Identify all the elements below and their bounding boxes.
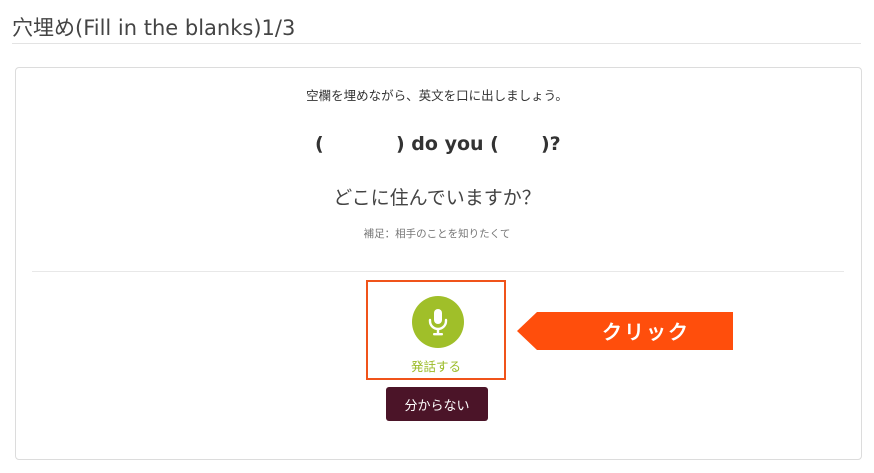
instruction-text: 空欄を埋めながら、英文を口に出しましょう。 [306,88,568,103]
sentence-part-middle: ) do you ( [396,133,499,155]
hint-text: 補足：相手のことを知りたくて [363,228,511,240]
speak-button[interactable]: 発話する [366,280,506,380]
sentence-part-end: )? [541,133,561,155]
mic-button-circle[interactable] [412,296,464,348]
sentence-part-open: ( [315,133,324,155]
click-callout: クリック [517,312,733,350]
title-divider [12,43,861,44]
speak-button-label: 発話する [410,359,461,374]
microphone-icon [428,309,448,336]
japanese-translation: どこに住んでいますか？ [333,187,541,209]
callout-label: クリック [602,320,690,344]
page-title: 穴埋め(Fill in the blanks)1/3 [12,16,296,40]
section-divider [32,271,844,272]
blank-sentence: ( ) do you ( )? [0,133,874,159]
dont-know-button[interactable]: 分からない [386,387,488,421]
